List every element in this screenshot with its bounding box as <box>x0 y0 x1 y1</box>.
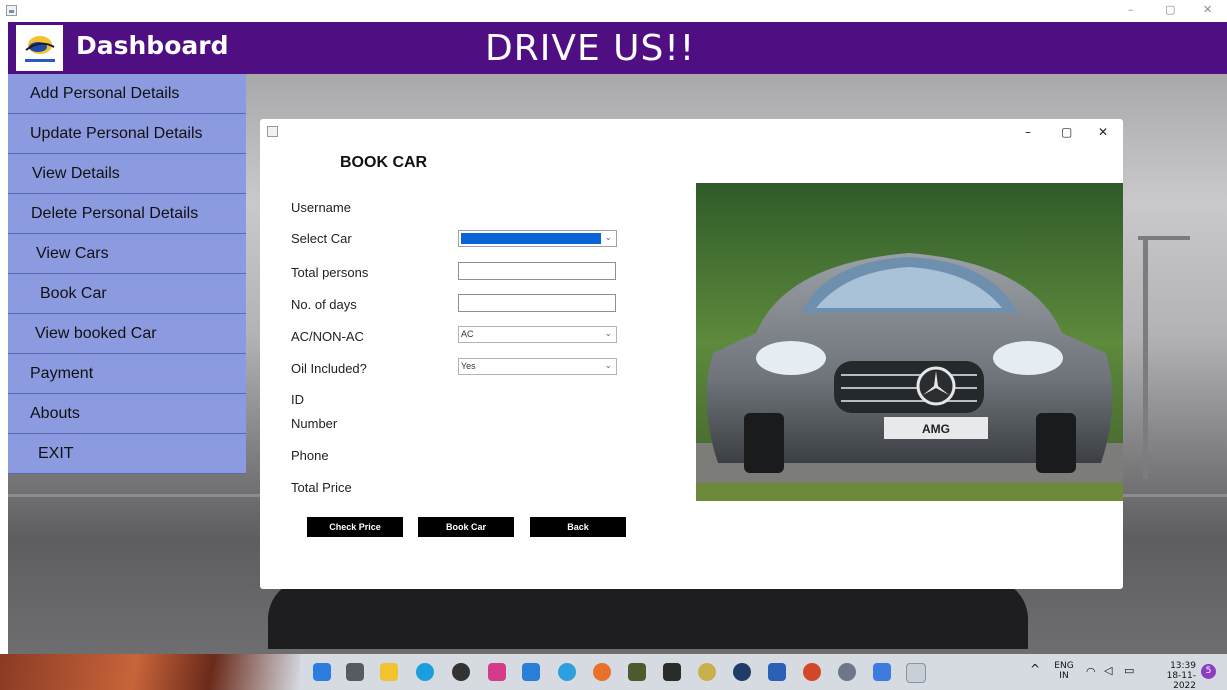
dashboard-title: Dashboard <box>76 31 229 60</box>
outer-maximize-button[interactable]: ▢ <box>1165 3 1175 16</box>
chevron-down-icon: ⌄ <box>604 233 612 243</box>
back-button[interactable]: Back <box>530 517 626 537</box>
dialog-java-icon <box>267 126 278 137</box>
lang-bottom: IN <box>1059 671 1069 681</box>
sidebar-item-abouts[interactable]: Abouts <box>8 394 246 434</box>
phone-label: Phone <box>291 448 329 463</box>
start-icon[interactable] <box>313 663 331 681</box>
oil-value: Yes <box>461 361 476 371</box>
lang-top: ENG <box>1054 661 1074 671</box>
car-image: AMG <box>696 183 1123 501</box>
sidebar-item-view-details[interactable]: View Details <box>8 154 246 194</box>
sidebar-item-exit[interactable]: EXIT <box>8 434 246 474</box>
tray-chevron-icon[interactable]: ^ <box>1030 662 1040 676</box>
sidebar: Add Personal Details Update Personal Det… <box>8 74 246 474</box>
dialog-minimize-button[interactable]: – <box>1025 125 1031 139</box>
ac-label: AC/NON-AC <box>291 329 364 344</box>
sidebar-item-view-booked-car[interactable]: View booked Car <box>8 314 246 354</box>
epic-games-icon[interactable] <box>663 663 681 681</box>
outer-minimize-button[interactable]: – <box>1128 3 1134 16</box>
clock-date: 18-11-2022 <box>1166 671 1196 690</box>
wallpaper-edge <box>0 654 300 690</box>
clock-time: 13:39 <box>1170 661 1196 671</box>
sidebar-item-book-car[interactable]: Book Car <box>8 274 246 314</box>
java-app-icon <box>6 5 17 16</box>
book-car-button[interactable]: Book Car <box>418 517 514 537</box>
powerpoint-icon[interactable] <box>803 663 821 681</box>
username-label: Username <box>291 200 351 215</box>
ac-value: AC <box>461 329 474 339</box>
app-icon[interactable] <box>452 663 470 681</box>
language-indicator[interactable]: ENG IN <box>1052 661 1076 681</box>
app-logo <box>16 25 63 71</box>
steam-icon[interactable] <box>733 663 751 681</box>
file-explorer-icon[interactable] <box>380 663 398 681</box>
select-car-dropdown[interactable]: ⌄ <box>458 230 617 247</box>
oil-dropdown[interactable]: Yes ⌄ <box>458 358 617 375</box>
sidebar-item-payment[interactable]: Payment <box>8 354 246 394</box>
chevron-down-icon: ⌄ <box>604 361 612 371</box>
wifi-icon[interactable]: ◠ <box>1086 665 1096 678</box>
sidebar-item-delete-personal-details[interactable]: Delete Personal Details <box>8 194 246 234</box>
java-taskbar-icon[interactable] <box>906 663 926 683</box>
select-car-selection-highlight <box>461 233 601 244</box>
check-price-button[interactable]: Check Price <box>307 517 403 537</box>
ac-dropdown[interactable]: AC ⌄ <box>458 326 617 343</box>
background-car-shape <box>268 579 1028 649</box>
app-header: Dashboard DRIVE US!! <box>8 22 1227 74</box>
select-car-label: Select Car <box>291 231 352 246</box>
instagram-icon[interactable] <box>488 663 506 681</box>
app-title: DRIVE US!! <box>485 28 696 69</box>
task-view-icon[interactable] <box>346 663 364 681</box>
battery-icon[interactable]: ▭ <box>1124 664 1134 677</box>
car-badge-text: AMG <box>922 422 950 436</box>
chevron-down-icon: ⌄ <box>604 329 612 339</box>
outer-window-titlebar: – ▢ ✕ <box>0 0 1227 22</box>
vscode-icon[interactable] <box>522 663 540 681</box>
edge-icon[interactable] <box>416 663 434 681</box>
app-icon-3[interactable] <box>873 663 891 681</box>
word-icon[interactable] <box>768 663 786 681</box>
dialog-close-button[interactable]: ✕ <box>1098 125 1108 139</box>
telegram-icon[interactable] <box>558 663 576 681</box>
chrome-icon[interactable] <box>593 663 611 681</box>
days-label: No. of days <box>291 297 357 312</box>
settings-icon[interactable] <box>838 663 856 681</box>
total-price-label: Total Price <box>291 480 352 495</box>
windows-taskbar: ^ ENG IN ◠ ◁ ▭ 13:39 18-11-2022 5 <box>0 654 1227 690</box>
number-label: Number <box>291 416 338 431</box>
dialog-maximize-button[interactable]: ▢ <box>1061 125 1072 139</box>
total-persons-input[interactable] <box>458 262 616 280</box>
days-input[interactable] <box>458 294 616 312</box>
sidebar-item-add-personal-details[interactable]: Add Personal Details <box>8 74 246 114</box>
volume-icon[interactable]: ◁ <box>1104 664 1112 677</box>
sidebar-item-view-cars[interactable]: View Cars <box>8 234 246 274</box>
notification-badge[interactable]: 5 <box>1201 664 1216 679</box>
clock[interactable]: 13:39 18-11-2022 <box>1146 661 1196 690</box>
total-persons-label: Total persons <box>291 265 369 280</box>
streetlight-pole <box>1143 239 1148 479</box>
id-label: ID <box>291 392 304 407</box>
oil-label: Oil Included? <box>291 361 367 376</box>
sidebar-item-update-personal-details[interactable]: Update Personal Details <box>8 114 246 154</box>
form-title: BOOK CAR <box>340 154 428 171</box>
game-icon[interactable] <box>628 663 646 681</box>
outer-close-button[interactable]: ✕ <box>1203 3 1212 16</box>
book-car-dialog: – ▢ ✕ BOOK CAR Username Select Car ⌄ Tot… <box>260 119 1123 589</box>
app-icon-2[interactable] <box>698 663 716 681</box>
